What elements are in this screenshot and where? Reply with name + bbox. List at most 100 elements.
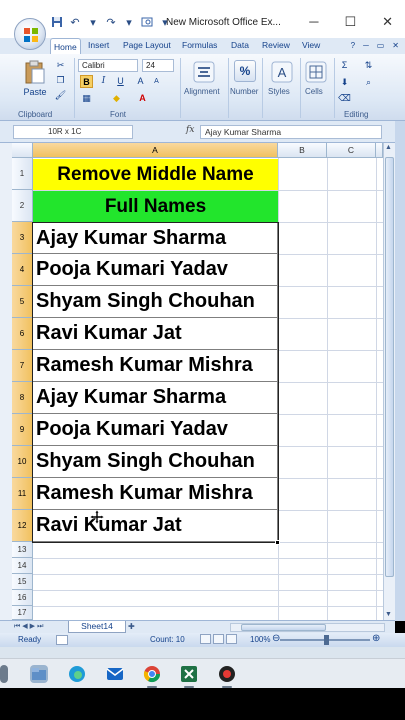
tab-home[interactable]: Home	[50, 38, 81, 54]
column-header-c[interactable]: C	[327, 143, 376, 158]
zoom-in-icon[interactable]: ⊕	[372, 633, 380, 644]
cells-button[interactable]	[304, 60, 328, 84]
horizontal-scroll-thumb[interactable]	[241, 624, 326, 631]
name-cell[interactable]: Pooja Kumari Yadav	[33, 254, 278, 286]
row-header-4[interactable]: 4	[12, 254, 33, 286]
sheet-tab-active[interactable]: Sheet14	[68, 621, 126, 633]
mail-icon[interactable]	[106, 665, 124, 683]
styles-button[interactable]: A	[270, 60, 294, 84]
font-name-select[interactable]: Calibri	[78, 59, 138, 72]
sheet-nav-arrows-icon[interactable]: ⏮◀▶⏭	[14, 622, 45, 631]
page-break-view-icon[interactable]	[226, 634, 237, 644]
name-cell[interactable]: Shyam Singh Chouhan	[33, 446, 278, 478]
font-color-icon[interactable]: A	[136, 92, 149, 105]
cut-icon[interactable]: ✂	[54, 59, 67, 72]
print-preview-icon[interactable]	[140, 16, 154, 30]
row-header-15[interactable]: 15	[12, 574, 33, 590]
row-header-1[interactable]: 1	[12, 158, 33, 190]
column-header-a[interactable]: A	[33, 143, 278, 158]
borders-icon[interactable]: ▦	[80, 92, 93, 105]
row-header-17[interactable]: 17	[12, 606, 33, 620]
row-header-3[interactable]: 3	[12, 222, 33, 254]
format-painter-icon[interactable]: 🖌	[54, 89, 67, 102]
name-cell[interactable]: Ajay Kumar Sharma	[33, 382, 278, 414]
edge-browser-icon[interactable]	[68, 665, 86, 683]
sort-filter-icon[interactable]: ⇅	[362, 59, 375, 72]
horizontal-scrollbar[interactable]	[230, 623, 385, 632]
undo-icon[interactable]: ↶	[68, 16, 82, 30]
name-cell[interactable]: Pooja Kumari Yadav	[33, 414, 278, 446]
tab-page-layout[interactable]: Page Layout	[123, 40, 171, 50]
scroll-down-icon[interactable]: ▼	[385, 611, 392, 618]
chrome-icon[interactable]	[143, 665, 161, 683]
name-cell[interactable]: Ajay Kumar Sharma	[33, 222, 278, 254]
redo-icon[interactable]: ↷	[104, 16, 118, 30]
name-cell[interactable]: Ravi Kumar Jat	[33, 318, 278, 350]
page-layout-view-icon[interactable]	[213, 634, 224, 644]
row-header-5[interactable]: 5	[12, 286, 33, 318]
tab-view[interactable]: View	[302, 40, 320, 50]
row-header-12[interactable]: 12	[12, 510, 33, 542]
vertical-scrollbar[interactable]: ▲ ▼	[383, 143, 395, 620]
autosum-icon[interactable]: Σ	[338, 59, 351, 72]
underline-button[interactable]: U	[114, 75, 127, 88]
paste-button[interactable]	[22, 58, 48, 86]
macro-record-icon[interactable]	[56, 635, 68, 645]
insert-function-icon[interactable]: fx	[186, 125, 194, 135]
cell-a1-title[interactable]: Remove Middle Name	[33, 159, 278, 190]
column-header-b[interactable]: B	[278, 143, 327, 158]
row-header-13[interactable]: 13	[12, 542, 33, 558]
office-button[interactable]	[14, 18, 46, 50]
find-select-icon[interactable]: ⌕	[362, 76, 375, 89]
row-header-9[interactable]: 9	[12, 414, 33, 446]
name-box[interactable]: 10R x 1C	[13, 125, 133, 139]
zoom-level[interactable]: 100%	[250, 635, 270, 644]
worksheet-grid[interactable]: A B C 1 2 3 4 5 6 7 8 9 10 11 12 13 14 1…	[0, 143, 383, 620]
fill-handle[interactable]	[275, 540, 280, 545]
copy-icon[interactable]: ❐	[54, 74, 67, 87]
minimize-button[interactable]: ─	[309, 14, 318, 30]
row-header-14[interactable]: 14	[12, 558, 33, 574]
maximize-button[interactable]: ☐	[344, 14, 356, 30]
zoom-slider-knob[interactable]	[324, 635, 329, 645]
row-header-8[interactable]: 8	[12, 382, 33, 414]
fill-icon[interactable]: ⬇	[338, 76, 351, 89]
windows-start-icon[interactable]	[0, 665, 8, 683]
row-header-11[interactable]: 11	[12, 478, 33, 510]
clear-icon[interactable]: ⌫	[338, 92, 351, 105]
restore-workbook-icon[interactable]: ▭	[377, 41, 385, 50]
name-cell[interactable]: Ramesh Kumar Mishra	[33, 350, 278, 382]
shrink-font-icon[interactable]: A	[150, 75, 163, 88]
formula-input[interactable]: Ajay Kumar Sharma	[200, 125, 382, 139]
tab-formulas[interactable]: Formulas	[182, 40, 217, 50]
recorder-app-icon[interactable]	[218, 665, 236, 683]
chevron-down-icon[interactable]: ▾	[86, 16, 100, 30]
row-header-16[interactable]: 16	[12, 590, 33, 606]
tab-data[interactable]: Data	[231, 40, 249, 50]
font-size-select[interactable]: 24	[142, 59, 174, 72]
number-format-button[interactable]: %	[234, 60, 256, 82]
excel-icon[interactable]	[180, 665, 198, 683]
save-icon[interactable]	[50, 16, 64, 30]
row-header-2[interactable]: 2	[12, 190, 33, 222]
tab-review[interactable]: Review	[262, 40, 290, 50]
chevron-down-icon[interactable]: ▾	[122, 16, 136, 30]
paste-label[interactable]: Paste	[20, 86, 50, 98]
scroll-up-icon[interactable]: ▲	[385, 144, 392, 151]
row-header-10[interactable]: 10	[12, 446, 33, 478]
name-cell[interactable]: Ravi Kumar Jat	[33, 510, 278, 542]
minimize-workbook-icon[interactable]: ─	[363, 41, 369, 50]
row-header-6[interactable]: 6	[12, 318, 33, 350]
select-all-corner[interactable]	[12, 143, 33, 158]
italic-button[interactable]: I	[97, 75, 110, 88]
normal-view-icon[interactable]	[200, 634, 211, 644]
grow-font-icon[interactable]: A	[134, 75, 147, 88]
fill-color-icon[interactable]: ◆	[110, 92, 123, 105]
name-cell[interactable]: Ramesh Kumar Mishra	[33, 478, 278, 510]
file-explorer-icon[interactable]	[30, 665, 48, 683]
name-cell[interactable]: Shyam Singh Chouhan	[33, 286, 278, 318]
bold-button[interactable]: B	[80, 75, 93, 88]
cell-a2-header[interactable]: Full Names	[33, 191, 278, 222]
insert-sheet-icon[interactable]: ✚	[128, 622, 144, 632]
alignment-button[interactable]	[192, 60, 216, 84]
